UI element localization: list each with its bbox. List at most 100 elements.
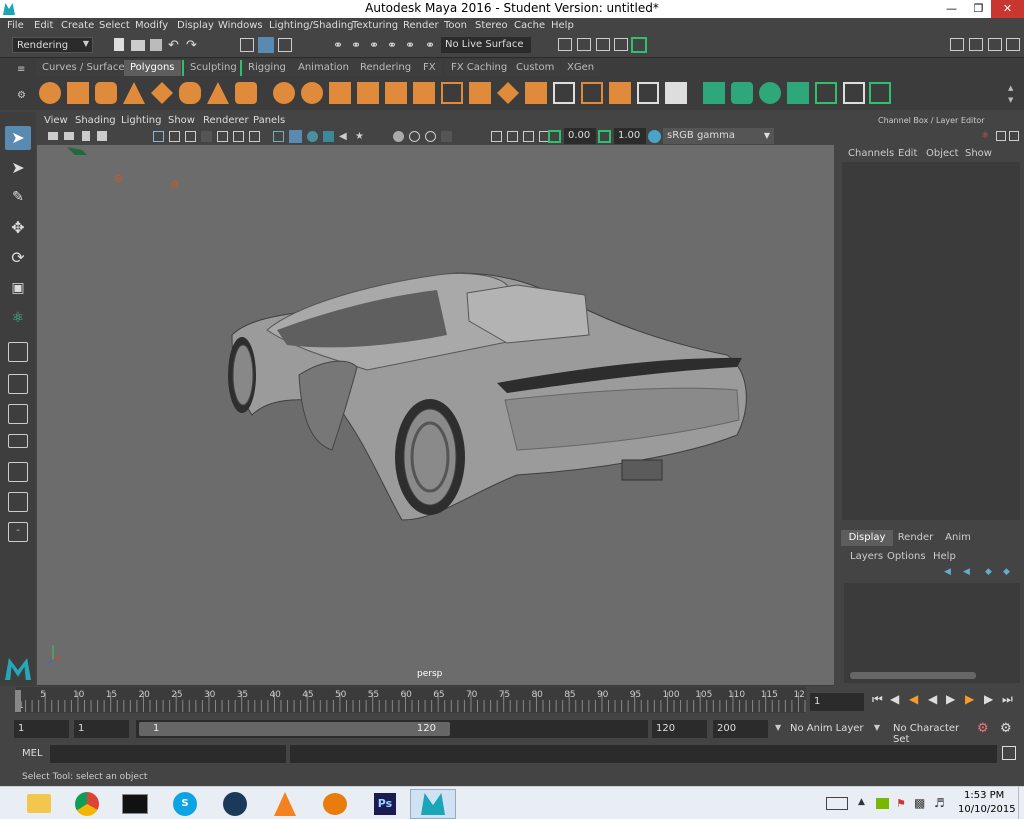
uv-unfold-icon[interactable]	[869, 82, 891, 104]
open-scene-icon[interactable]	[131, 40, 145, 51]
layers-menu[interactable]: Layers	[850, 551, 883, 562]
time-slider[interactable]: 1510152025303540455055606570758085909510…	[0, 686, 1024, 716]
go-to-start-icon[interactable]: ⏮	[872, 692, 883, 707]
vlc-icon[interactable]	[262, 789, 308, 819]
menu-toon[interactable]: Toon	[444, 20, 467, 31]
custom-layout-icon[interactable]: -	[8, 522, 28, 542]
exposure-icon[interactable]	[548, 130, 561, 143]
scene-start-field[interactable]: 1	[14, 720, 69, 738]
network-icon[interactable]: ▩	[914, 796, 925, 810]
multi-cut-icon[interactable]	[581, 82, 603, 104]
perspective-viewport[interactable]: ⊛ ⊛ persp	[37, 145, 834, 685]
gamma-icon[interactable]	[598, 130, 611, 143]
menu-display[interactable]: Display	[177, 20, 214, 31]
vp-menu-view[interactable]: View	[44, 115, 68, 126]
target-weld-icon[interactable]	[609, 82, 631, 104]
shelf-settings-icon[interactable]: ⚙	[17, 90, 26, 101]
outliner-layout-icon[interactable]	[8, 492, 28, 512]
shelf-tab-fx[interactable]: FX	[417, 60, 442, 76]
step-forward-key-icon[interactable]: ▶	[984, 692, 993, 706]
undo-icon[interactable]: ↶	[168, 38, 179, 53]
maya-taskbar-icon[interactable]	[410, 789, 456, 819]
shelf-tab-animation[interactable]: Animation	[292, 60, 355, 76]
file-explorer-icon[interactable]	[16, 789, 62, 819]
select-camera-icon[interactable]	[48, 132, 58, 140]
close-button[interactable]: ✕	[991, 0, 1024, 18]
command-input[interactable]	[50, 745, 286, 763]
shelf-tab-rendering[interactable]: Rendering	[354, 60, 418, 76]
lasso-tool-icon[interactable]: ➤	[5, 156, 31, 180]
script-language-label[interactable]: MEL	[22, 748, 43, 759]
photoshop-icon[interactable]: Ps	[362, 789, 408, 819]
poly-torus-icon[interactable]	[179, 82, 201, 104]
playback-end-field[interactable]: 120	[652, 720, 707, 738]
layer-move-up-icon[interactable]: ◀	[944, 567, 951, 577]
extract-icon[interactable]	[329, 82, 351, 104]
uv-spherical-icon[interactable]	[759, 82, 781, 104]
wireframe-on-shaded-icon[interactable]	[307, 131, 318, 142]
step-back-frame-icon[interactable]: ◀	[909, 692, 918, 706]
live-surface-icon[interactable]: ⚭	[425, 38, 435, 52]
poly-cube-icon[interactable]	[67, 82, 89, 104]
field-chart-icon[interactable]	[217, 131, 228, 142]
clock-time[interactable]: 1:53 PM	[964, 790, 1004, 801]
color-management-icon[interactable]	[648, 130, 661, 143]
poly-cylinder-icon[interactable]	[95, 82, 117, 104]
anti-aliasing-icon[interactable]	[425, 131, 436, 142]
command-prompt-icon[interactable]	[112, 789, 158, 819]
shelf-tab-curves-surfaces[interactable]: Curves / Surfaces	[36, 60, 136, 76]
poly-pyramid-icon[interactable]	[207, 82, 229, 104]
minimize-button[interactable]: —	[937, 0, 966, 18]
channel-list[interactable]	[842, 162, 1020, 520]
channel-box-toggle-icon[interactable]: ⚛	[981, 131, 989, 141]
select-component-icon[interactable]	[278, 38, 292, 52]
move-tool-icon[interactable]: ✥	[5, 216, 31, 240]
textured-icon[interactable]	[323, 131, 334, 142]
ambient-occlusion-icon[interactable]	[393, 131, 404, 142]
current-frame-field[interactable]: 1	[810, 693, 864, 711]
menu-stereo[interactable]: Stereo	[475, 20, 508, 31]
snap-curve-icon[interactable]: ⚭	[351, 38, 361, 52]
safe-title-icon[interactable]	[249, 131, 260, 142]
render-view-icon[interactable]	[558, 38, 572, 51]
live-surface-field[interactable]: No Live Surface	[441, 37, 531, 53]
clock-date[interactable]: 10/10/2015	[958, 804, 1016, 815]
attribute-editor-icon[interactable]	[969, 38, 983, 51]
shadows-icon[interactable]: ★	[355, 131, 366, 142]
depth-of-field-icon[interactable]	[441, 131, 452, 142]
menu-modify[interactable]: Modify	[135, 20, 168, 31]
play-forward-icon[interactable]: ▶	[946, 692, 955, 706]
render-settings-icon[interactable]	[614, 38, 628, 51]
menu-windows[interactable]: Windows	[218, 20, 263, 31]
ipr-render-icon[interactable]	[596, 38, 610, 51]
layer-scrollbar[interactable]	[850, 672, 976, 679]
rotate-tool-icon[interactable]: ⟳	[5, 246, 31, 270]
new-layer-selected-icon[interactable]: ◆	[1003, 567, 1010, 577]
grid-toggle-icon[interactable]	[153, 131, 164, 142]
menu-lighting-shading[interactable]: Lighting/Shading	[269, 20, 353, 31]
snap-point-icon[interactable]: ⚭	[369, 38, 379, 52]
vp-menu-renderer[interactable]: Renderer	[203, 115, 249, 126]
render-current-icon[interactable]	[577, 38, 591, 51]
channel-object-menu[interactable]: Object	[926, 148, 959, 159]
steam-icon[interactable]	[212, 789, 258, 819]
append-icon[interactable]	[525, 82, 547, 104]
four-view-icon[interactable]	[8, 374, 28, 394]
menu-set-dropdown[interactable]: Rendering ▼	[12, 37, 93, 53]
menu-help[interactable]: Help	[551, 20, 574, 31]
snap-surface-icon[interactable]: ⚭	[405, 38, 415, 52]
go-to-end-icon[interactable]: ⏭	[1002, 692, 1013, 707]
channels-menu[interactable]: Channels	[848, 148, 894, 159]
script-editor-icon[interactable]	[1002, 746, 1016, 760]
nvidia-icon[interactable]	[876, 798, 889, 809]
uv-auto-icon[interactable]	[787, 82, 809, 104]
shelf-tab-rigging[interactable]: Rigging	[240, 60, 294, 76]
image-plane-icon[interactable]	[97, 131, 107, 141]
xray-joints-icon[interactable]	[523, 131, 534, 142]
tool-settings-icon[interactable]	[988, 38, 1002, 51]
exposure-field[interactable]: 0.00	[564, 128, 596, 144]
vp-menu-lighting[interactable]: Lighting	[121, 115, 161, 126]
bevel-icon[interactable]	[497, 82, 519, 104]
new-layer-icon[interactable]: ◆	[985, 567, 992, 577]
connect-icon[interactable]	[637, 82, 659, 104]
